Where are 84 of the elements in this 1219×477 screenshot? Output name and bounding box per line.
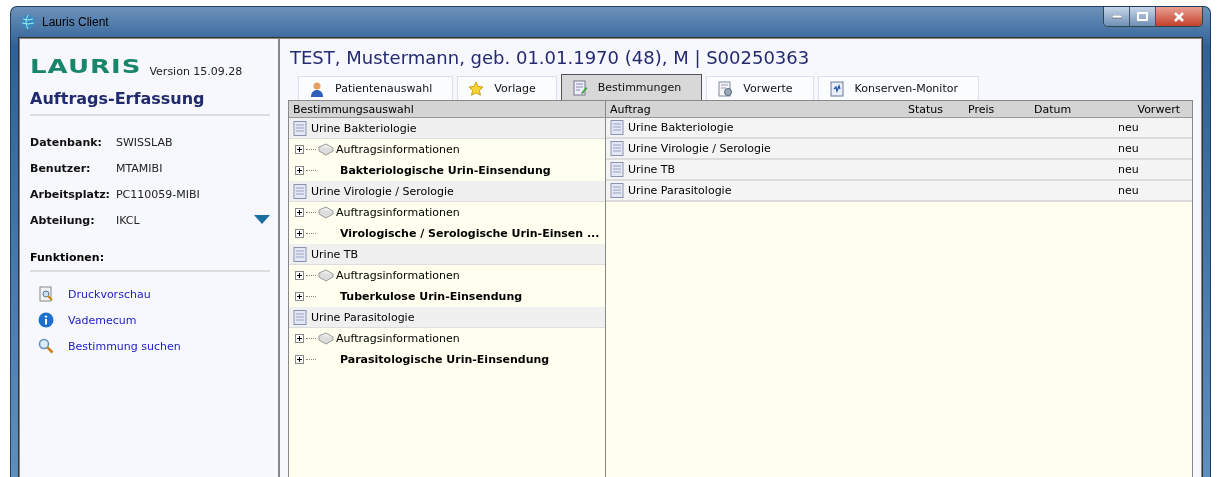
info-icon	[38, 312, 54, 328]
field-value: PC110059-MIBI	[116, 188, 201, 201]
magnifier-document-icon	[38, 286, 54, 302]
dropdown-arrow-icon[interactable]	[254, 215, 270, 224]
book-icon	[318, 269, 334, 282]
list-document-icon	[610, 141, 624, 156]
tree-group[interactable]: Urine Parasitologie	[289, 307, 605, 328]
search-icon	[38, 338, 54, 354]
document-icon	[717, 80, 734, 97]
table-cell: Urine Virologie / Serologie	[628, 142, 771, 155]
tree-group[interactable]: Urine TB	[289, 244, 605, 265]
list-document-icon	[293, 246, 307, 262]
tab[interactable]: Vorwerte	[706, 76, 814, 100]
table-cell-text: neu	[1117, 121, 1140, 134]
tree-item[interactable]: Tuberkulose Urin-Einsendung	[340, 290, 523, 303]
expand-icon[interactable]	[295, 229, 304, 238]
globe-icon	[20, 14, 36, 30]
tree-item[interactable]: Auftragsinformationen	[336, 269, 460, 282]
book-icon	[318, 143, 334, 156]
expand-icon[interactable]	[295, 355, 304, 364]
expand-icon[interactable]	[295, 292, 304, 301]
tree-item[interactable]: Bakteriologische Urin-Einsendung	[340, 164, 551, 177]
version-label: Version 15.09.28	[149, 65, 243, 78]
tree-item[interactable]: Auftragsinformationen	[336, 143, 460, 156]
window-title: Lauris Client	[42, 15, 109, 29]
table-cell: Urine Parasitologie	[628, 184, 732, 197]
document-pencil-icon	[571, 79, 588, 96]
table-cell: Urine TB	[628, 163, 676, 176]
close-button[interactable]	[1156, 7, 1202, 26]
field-label: Datenbank:	[30, 136, 103, 149]
tree-item[interactable]: Parasitologische Urin-Einsendung	[340, 353, 550, 366]
expand-icon[interactable]	[295, 334, 304, 343]
star-icon	[468, 80, 485, 97]
table-cell-text: neu	[1117, 163, 1140, 176]
maximize-icon	[1137, 12, 1148, 21]
field-label: Abteilung:	[30, 214, 96, 227]
tab[interactable]: Bestimmungen	[560, 74, 703, 100]
table-cell: Urine Bakteriologie	[628, 121, 734, 134]
function-link[interactable]: Bestimmung suchen	[68, 339, 181, 353]
field-value: IKCL	[116, 214, 141, 227]
column-header: Datum	[1034, 102, 1073, 116]
tree-item[interactable]: Auftragsinformationen	[336, 332, 460, 345]
minimize-button[interactable]	[1104, 7, 1130, 26]
app-heading: Auftrags-Erfassung	[30, 89, 270, 116]
section-heading: Funktionen:	[30, 251, 270, 272]
column-header: Preis	[968, 102, 996, 116]
list-document-icon	[610, 120, 624, 135]
field-label: Arbeitsplatz:	[30, 188, 110, 201]
tree-item[interactable]: Auftragsinformationen	[336, 206, 460, 219]
expand-icon[interactable]	[295, 145, 304, 154]
tree-group[interactable]: Urine Bakteriologie	[289, 118, 605, 139]
list-document-icon	[293, 183, 307, 199]
tree-group[interactable]: Urine Virologie / Serologie	[289, 181, 605, 202]
table-cell-text: neu	[1117, 184, 1140, 197]
expand-icon[interactable]	[295, 166, 304, 175]
tree-item[interactable]: Virologische / Serologische Urin-Einsen ...	[340, 227, 600, 240]
list-document-icon	[293, 309, 307, 325]
list-document-icon	[610, 162, 624, 177]
column-header: Status	[908, 102, 945, 116]
function-link[interactable]: Druckvorschau	[68, 287, 151, 301]
column-header: Vorwert	[1136, 102, 1181, 116]
patient-header: TEST, Mustermann, geb. 01.01.1970 (48), M | S00250363	[290, 47, 811, 68]
list-document-icon	[610, 183, 624, 198]
tab[interactable]: Patientenauswahl	[298, 76, 454, 100]
column-header: Auftrag	[610, 102, 652, 116]
maximize-button[interactable]	[1130, 7, 1156, 26]
field-value: MTAMIBI	[116, 162, 164, 175]
close-icon	[1173, 11, 1185, 22]
expand-icon[interactable]	[295, 271, 304, 280]
document-icon	[828, 80, 845, 97]
expand-icon[interactable]	[295, 208, 304, 217]
table-cell-text: neu	[1117, 142, 1140, 155]
book-icon	[318, 206, 334, 219]
tab[interactable]: Vorlage	[457, 76, 557, 100]
person-icon	[309, 80, 325, 97]
list-document-icon	[293, 120, 307, 136]
minimize-icon	[1111, 14, 1122, 19]
tab[interactable]: Konserven-Monitor	[817, 76, 979, 100]
book-icon	[318, 332, 334, 345]
column-header: Bestimmungsauswahl	[289, 101, 605, 118]
field-value: SWISSLAB	[116, 136, 174, 149]
field-label: Benutzer:	[30, 162, 92, 175]
function-link[interactable]: Vademecum	[68, 313, 137, 327]
logo: LAURIS	[30, 54, 142, 78]
